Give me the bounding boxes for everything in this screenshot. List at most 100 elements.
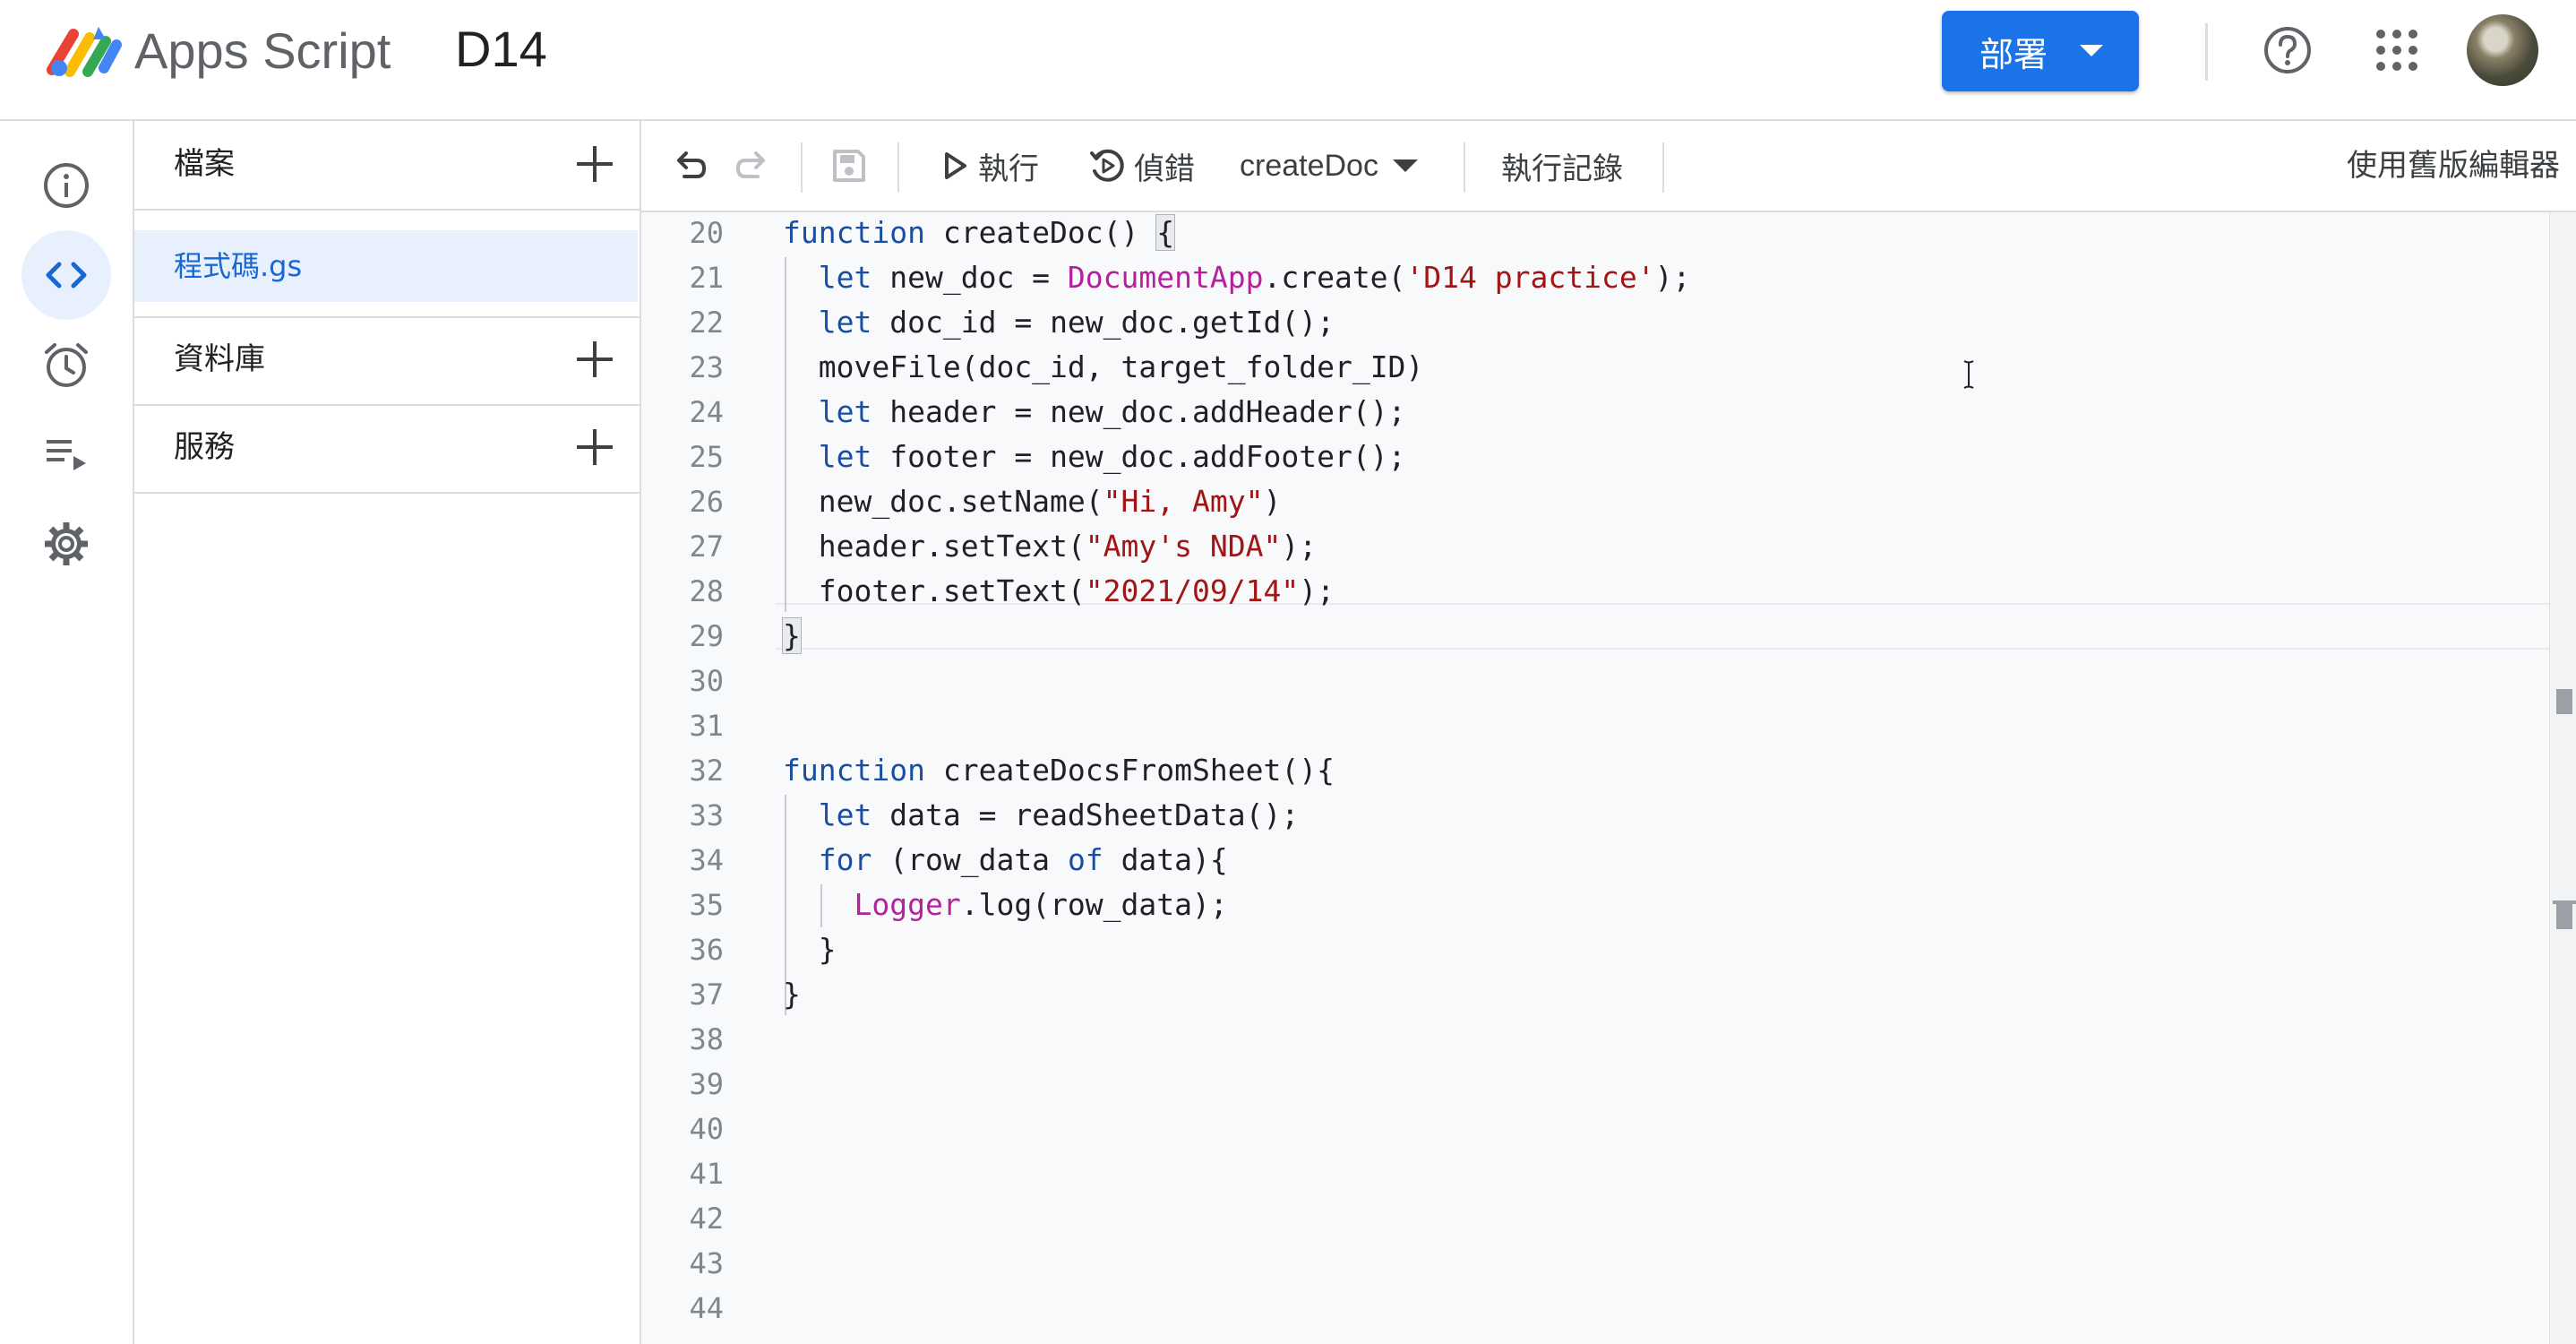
line-number: 43 [689, 1246, 724, 1280]
code-line[interactable]: 24 let header = new_doc.addHeader(); [641, 390, 2549, 435]
code-text: moveFile(doc_id, target_folder_ID) [818, 349, 1424, 384]
line-number: 28 [689, 574, 724, 608]
files-panel: 檔案 程式碼.gs 資料庫 服務 [134, 121, 641, 1344]
redo-icon[interactable] [733, 146, 772, 185]
code-line[interactable]: 36 } [641, 927, 2549, 972]
line-number: 36 [689, 933, 724, 967]
code-text: let doc_id = new_doc.getId(); [818, 305, 1335, 340]
code-line[interactable]: 44 [641, 1286, 2549, 1331]
function-select-value: createDoc [1240, 148, 1378, 183]
left-navigation-rail [0, 121, 134, 1344]
vertical-scrollbar[interactable] [2549, 212, 2576, 1344]
caret-down-icon [2080, 45, 2103, 56]
rail-executions[interactable] [21, 409, 111, 499]
code-line[interactable]: 37} [641, 972, 2549, 1017]
divider [134, 492, 640, 494]
code-text: function createDocsFromSheet(){ [783, 753, 1335, 788]
code-text: new_doc.setName("Hi, Amy") [818, 484, 1282, 519]
services-section-header: 服務 [134, 404, 640, 490]
info-icon [44, 163, 89, 208]
rail-editor[interactable] [21, 230, 111, 320]
run-button[interactable]: 執行 [942, 121, 1039, 211]
add-library-icon[interactable] [575, 340, 614, 379]
add-file-icon[interactable] [575, 144, 614, 184]
code-line[interactable]: 23 moveFile(doc_id, target_folder_ID) [641, 345, 2549, 390]
legacy-editor-link[interactable]: 使用舊版編輯器 [2347, 121, 2560, 211]
files-section-label: 檔案 [174, 146, 235, 182]
code-line[interactable]: 25 let footer = new_doc.addFooter(); [641, 435, 2549, 479]
code-text: let footer = new_doc.addFooter(); [818, 439, 1406, 474]
code-line[interactable]: 26 new_doc.setName("Hi, Amy") [641, 479, 2549, 524]
services-section-label: 服務 [174, 429, 235, 465]
code-text: } [783, 977, 801, 1012]
line-number: 44 [689, 1291, 724, 1325]
divider [134, 209, 640, 211]
code-line[interactable]: 29} [641, 614, 2549, 659]
project-title[interactable]: D14 [455, 18, 547, 81]
line-number: 29 [689, 619, 724, 653]
line-number: 34 [689, 843, 724, 877]
rail-settings[interactable] [21, 499, 111, 589]
apps-script-logo[interactable] [47, 18, 122, 81]
deploy-button-label: 部署 [1979, 34, 2048, 74]
code-line[interactable]: 34 for (row_data of data){ [641, 838, 2549, 883]
code-line[interactable]: 41 [641, 1151, 2549, 1196]
account-avatar[interactable] [2467, 14, 2538, 86]
caret-down-icon [1392, 159, 1418, 172]
code-line[interactable]: 42 [641, 1196, 2549, 1241]
code-line[interactable]: 39 [641, 1062, 2549, 1107]
function-select[interactable]: createDoc [1240, 121, 1418, 211]
toolbar-divider [1464, 142, 1465, 193]
code-line[interactable]: 21 let new_doc = DocumentApp.create('D14… [641, 255, 2549, 300]
scrollbar-thumb-lower [2556, 904, 2572, 929]
top-app-bar: Apps Script D14 部署 [0, 0, 2576, 121]
line-number: 31 [689, 709, 724, 743]
code-icon [46, 262, 87, 289]
code-text: let header = new_doc.addHeader(); [818, 394, 1406, 429]
app-name[interactable]: Apps Script [134, 20, 391, 82]
header-divider [2205, 23, 2208, 81]
line-number: 30 [689, 664, 724, 698]
line-number: 41 [689, 1157, 724, 1191]
scrollbar-thumb[interactable] [2556, 689, 2572, 714]
code-line[interactable]: 27 header.setText("Amy's NDA"); [641, 524, 2549, 569]
gear-icon [45, 522, 88, 565]
google-apps-grid-icon[interactable] [2375, 29, 2418, 72]
code-line[interactable]: 31 [641, 703, 2549, 748]
line-number: 33 [689, 798, 724, 832]
file-item[interactable]: 程式碼.gs [134, 230, 638, 302]
save-icon[interactable] [829, 146, 869, 185]
code-line[interactable]: 43 [641, 1241, 2549, 1286]
code-line[interactable]: 28 footer.setText("2021/09/14"); [641, 569, 2549, 614]
rail-overview[interactable] [21, 141, 111, 230]
code-line[interactable]: 20 function createDoc() { [641, 212, 2549, 255]
execution-log-label: 執行記錄 [1501, 151, 1623, 187]
debug-button[interactable]: 偵錯 [1089, 121, 1195, 211]
line-number: 20 [689, 216, 724, 250]
code-line[interactable]: 35 Logger.log(row_data); [641, 883, 2549, 927]
execution-log-button[interactable]: 執行記錄 [1501, 121, 1623, 211]
code-line[interactable]: 32 function createDocsFromSheet(){ [641, 748, 2549, 793]
add-service-icon[interactable] [575, 427, 614, 467]
code-editor[interactable]: 20 function createDoc() {21 let new_doc =… [641, 212, 2576, 1344]
code-line[interactable]: 22 let doc_id = new_doc.getId(); [641, 300, 2549, 345]
code-line[interactable]: 33 let data = readSheetData(); [641, 793, 2549, 838]
line-number: 40 [689, 1112, 724, 1146]
alarm-clock-icon [45, 343, 88, 387]
code-line[interactable]: 38 [641, 1017, 2549, 1062]
line-number: 22 [689, 306, 724, 340]
code-line[interactable]: 40 [641, 1107, 2549, 1151]
toolbar-divider [897, 142, 899, 193]
undo-icon[interactable] [670, 146, 709, 185]
code-text: } [783, 932, 837, 967]
rail-triggers[interactable] [21, 320, 111, 409]
code-line[interactable]: 30 [641, 659, 2549, 703]
code-text: Logger.log(row_data); [854, 887, 1228, 922]
help-icon[interactable] [2263, 25, 2313, 75]
code-text: let new_doc = DocumentApp.create('D14 pr… [818, 260, 1691, 295]
deploy-button[interactable]: 部署 [1942, 11, 2139, 91]
code-text: let data = readSheetData(); [818, 797, 1300, 832]
line-number: 39 [689, 1067, 724, 1101]
code-text: footer.setText("2021/09/14"); [818, 573, 1335, 608]
line-number: 42 [689, 1202, 724, 1236]
